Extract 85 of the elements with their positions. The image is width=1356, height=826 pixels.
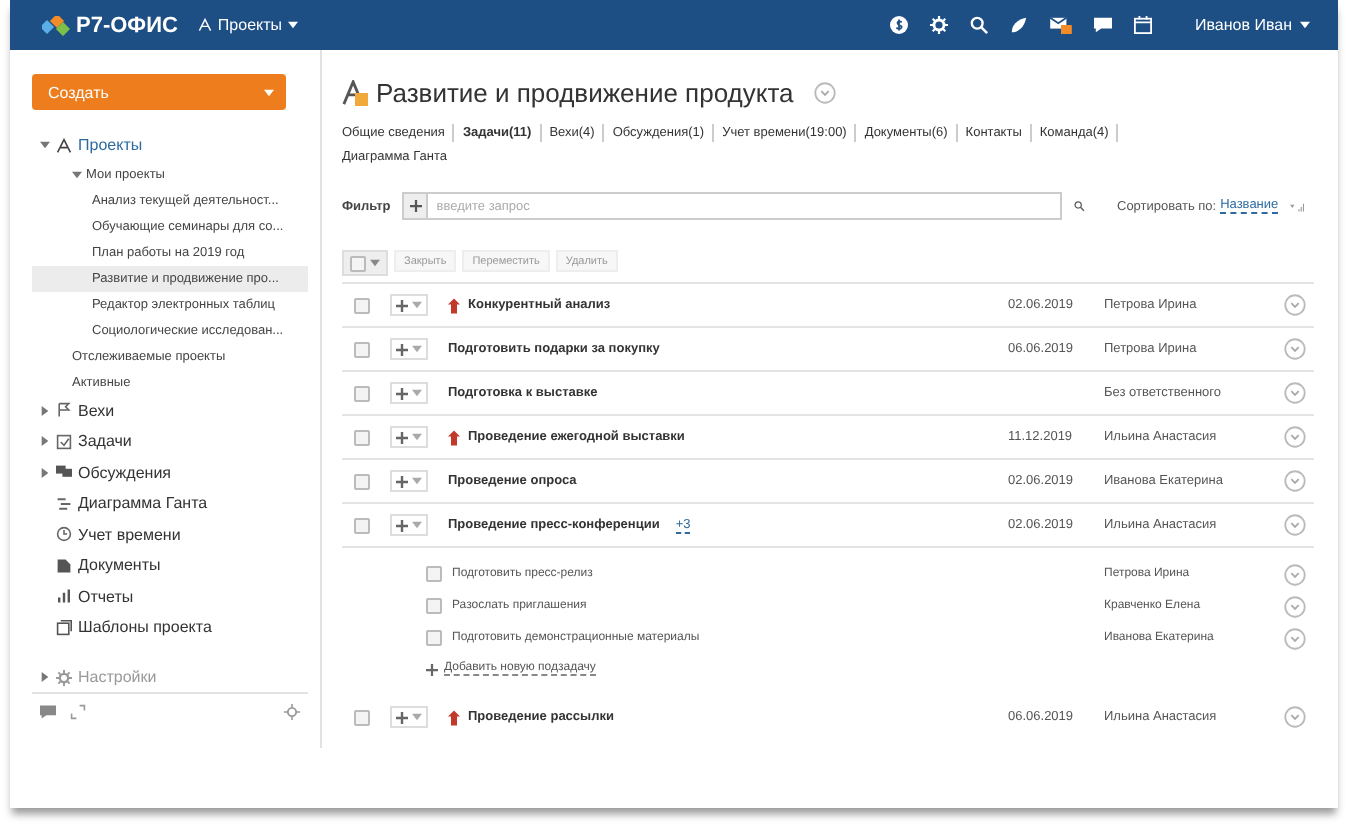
plus-icon[interactable]: [396, 711, 408, 723]
project-icon: [342, 80, 368, 106]
feed-icon[interactable]: [1009, 16, 1028, 34]
collapsed-arrow-icon[interactable]: [40, 436, 50, 447]
status-dropdown[interactable]: [390, 706, 428, 728]
collapsed-arrow-icon[interactable]: [40, 672, 50, 682]
document-icon: [56, 557, 72, 574]
nav-item[interactable]: Проекты: [78, 136, 143, 155]
chat-icon[interactable]: [40, 703, 56, 719]
chevron-circle-icon[interactable]: [1284, 563, 1306, 585]
checkbox[interactable]: [354, 473, 370, 489]
chevron-circle-icon[interactable]: [1284, 382, 1306, 404]
bar-chart-icon: [56, 588, 72, 605]
status-dropdown[interactable]: [390, 514, 428, 536]
plus-icon[interactable]: [396, 387, 408, 399]
nav-item[interactable]: Документы: [78, 556, 161, 575]
plus-icon[interactable]: [396, 299, 408, 311]
checkbox[interactable]: [354, 385, 370, 401]
collapsed-arrow-icon[interactable]: [40, 405, 50, 416]
status-dropdown[interactable]: [390, 294, 428, 316]
checkbox[interactable]: [354, 341, 370, 357]
checkbox-icon: [56, 433, 72, 450]
collapsed-arrow-icon[interactable]: [40, 467, 50, 478]
checkbox[interactable]: [354, 517, 370, 533]
chevron-circle-icon[interactable]: [1284, 294, 1306, 316]
plus-icon[interactable]: [396, 475, 408, 487]
priority-icon: [448, 429, 460, 445]
nav-item[interactable]: Шаблоны проекта: [78, 618, 212, 637]
template-icon: [56, 619, 72, 636]
checkbox[interactable]: [354, 709, 370, 725]
plus-icon[interactable]: [396, 431, 408, 443]
plus-icon[interactable]: [396, 519, 408, 531]
nav-item[interactable]: Обсуждения: [78, 463, 171, 482]
projects-icon: [197, 18, 212, 32]
clock-icon: [56, 526, 72, 543]
priority-icon: [448, 297, 460, 313]
chat-icon[interactable]: [1093, 16, 1112, 34]
chevron-circle-icon[interactable]: [813, 82, 836, 104]
expanded-arrow-icon[interactable]: [72, 169, 82, 179]
chevron-circle-icon[interactable]: [1284, 627, 1306, 649]
chevron-circle-icon[interactable]: [1284, 595, 1306, 617]
status-dropdown[interactable]: [390, 338, 428, 360]
status-dropdown[interactable]: [390, 426, 428, 448]
flag-icon: [56, 402, 72, 419]
expanded-arrow-icon[interactable]: [40, 140, 50, 151]
checkbox[interactable]: [354, 297, 370, 313]
nav-item[interactable]: Учет времени: [78, 525, 181, 544]
search-icon[interactable]: [969, 16, 988, 34]
mail-icon[interactable]: [1049, 16, 1072, 34]
plus-icon[interactable]: [426, 663, 438, 675]
logo-icon: [42, 15, 70, 35]
caret-icon[interactable]: [1300, 20, 1310, 30]
chevron-circle-icon[interactable]: [1284, 470, 1306, 492]
module-menu[interactable]: Проекты: [197, 16, 299, 34]
status-dropdown[interactable]: [390, 470, 428, 492]
checkbox[interactable]: [350, 255, 366, 271]
sort-order-icon[interactable]: [1290, 199, 1306, 213]
expand-icon[interactable]: [70, 703, 86, 719]
caret-icon[interactable]: [288, 20, 299, 30]
plus-icon[interactable]: [396, 343, 408, 355]
calendar-icon[interactable]: [1133, 16, 1152, 34]
chevron-circle-icon[interactable]: [1284, 706, 1306, 728]
logo-text: Р7-ОФИС: [76, 13, 178, 37]
checkbox[interactable]: [426, 630, 442, 646]
gantt-icon: [56, 495, 72, 512]
nav-item[interactable]: Задачи: [78, 432, 132, 451]
priority-icon: [448, 709, 460, 725]
search-icon[interactable]: [1074, 198, 1085, 214]
user-menu[interactable]: Иванов Иван: [1195, 16, 1310, 34]
chevron-circle-icon[interactable]: [1284, 338, 1306, 360]
plus-icon[interactable]: [409, 200, 422, 212]
checkbox[interactable]: [426, 598, 442, 614]
chevron-circle-icon[interactable]: [1284, 426, 1306, 448]
status-dropdown[interactable]: [390, 382, 428, 404]
project-title: Развитие и продвижение продукта: [376, 78, 794, 108]
nav-item[interactable]: Вехи: [78, 401, 115, 420]
checkbox[interactable]: [426, 566, 442, 582]
currency-icon[interactable]: [889, 16, 908, 34]
nav-item[interactable]: Диаграмма Ганта: [78, 494, 208, 513]
chat-icon: [56, 464, 72, 481]
chevron-circle-icon[interactable]: [1284, 514, 1306, 536]
add-filter-button[interactable]: [402, 192, 427, 220]
projects-icon: [56, 137, 72, 154]
nav-item[interactable]: Отчеты: [78, 587, 134, 606]
checkbox[interactable]: [354, 429, 370, 445]
